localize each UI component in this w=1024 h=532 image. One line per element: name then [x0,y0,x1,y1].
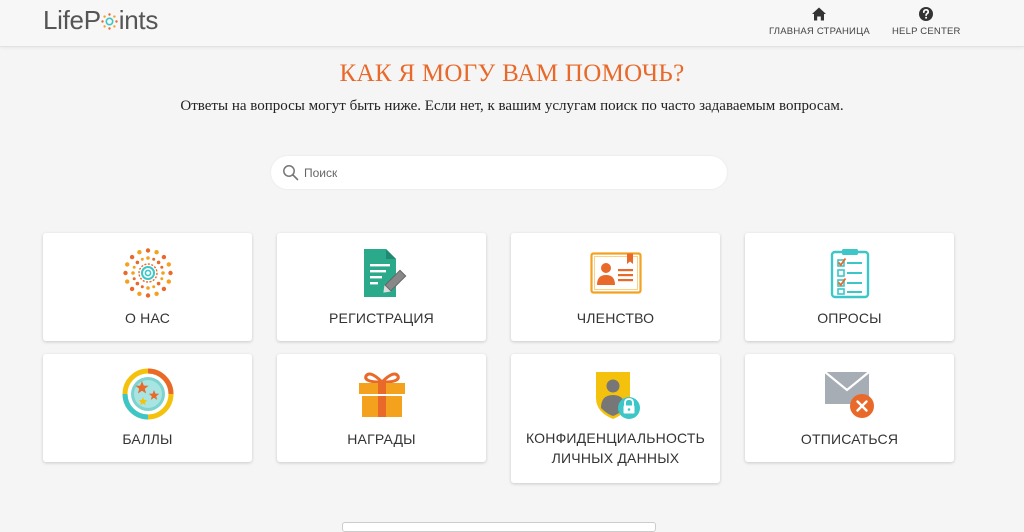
top-header: LifeP ints ГЛАВНАЯ СТРАНИЦА HELP CENTER [0,0,1024,47]
document-edit-icon [363,249,406,297]
category-label: ЧЛЕНСТВО [576,310,655,326]
page-title: КАК Я МОГУ ВАМ ПОМОЧЬ? [339,60,685,87]
search-input[interactable] [304,156,714,189]
unsubscribe-envelope-icon [823,371,874,418]
lifepoints-logo[interactable]: LifeP ints [43,5,158,36]
id-card-icon [589,252,642,294]
gift-icon [358,372,405,417]
category-label: РЕГИСТРАЦИЯ [329,310,434,326]
points-stars-icon [122,368,173,420]
category-label: НАГРАДЫ [347,431,416,447]
nav-help-center-link[interactable]: HELP CENTER [892,6,961,37]
logo-sunburst-o-icon [101,6,118,30]
logo-text-start: LifeP [43,5,101,35]
category-card-surveys[interactable]: ОПРОСЫ [745,233,954,341]
category-card-privacy[interactable]: КОНФИДЕНЦИАЛЬНОСТЬ ЛИЧНЫХ ДАННЫХ [511,354,720,483]
category-label: О НАС [124,310,171,326]
faq-search-box[interactable] [271,156,727,189]
page-subtitle: Ответы на вопросы могут быть ниже. Если … [180,98,844,114]
category-label: БАЛЛЫ [122,431,173,447]
nav-home-link[interactable]: ГЛАВНАЯ СТРАНИЦА [769,6,870,37]
nav-help-label: HELP CENTER [892,26,961,37]
category-card-points[interactable]: БАЛЛЫ [43,354,252,462]
sunburst-icon [122,248,173,298]
search-icon [283,165,299,181]
home-icon [812,7,827,21]
category-card-about[interactable]: О НАС [43,233,252,341]
category-label: ОТПИСАТЬСЯ [800,431,899,447]
category-label: ОПРОСЫ [817,310,882,326]
question-circle-icon [919,7,934,21]
privacy-shield-lock-icon [595,372,640,419]
nav-home-label: ГЛАВНАЯ СТРАНИЦА [769,26,870,37]
category-card-membership[interactable]: ЧЛЕНСТВО [511,233,720,341]
category-card-rewards[interactable]: НАГРАДЫ [277,354,486,462]
checklist-clipboard-icon [830,249,869,299]
bottom-partial-panel [342,522,656,532]
category-card-registration[interactable]: РЕГИСТРАЦИЯ [277,233,486,341]
category-label: КОНФИДЕНЦИАЛЬНОСТЬ ЛИЧНЫХ ДАННЫХ [525,430,706,466]
logo-text-end: ints [118,5,159,35]
category-card-unsubscribe[interactable]: ОТПИСАТЬСЯ [745,354,954,462]
